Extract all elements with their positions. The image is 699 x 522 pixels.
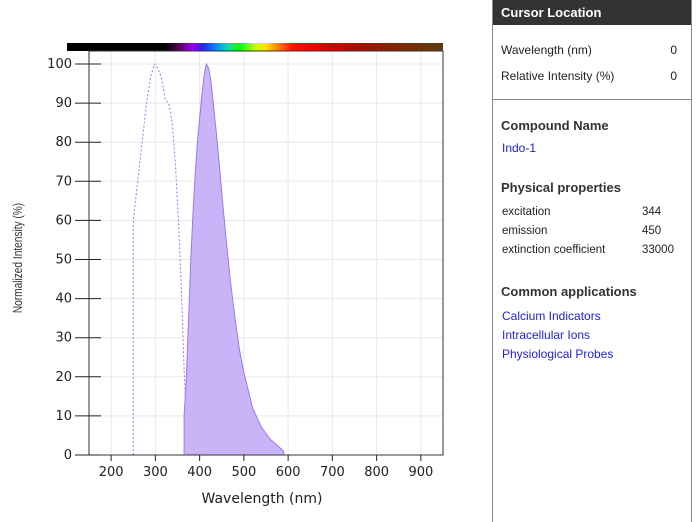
- property-value: 450: [642, 225, 662, 237]
- spectrum-chart[interactable]: 0 10 20 30 40 50 60 70 80 90 100 200 300 400 500 600 700…: [0, 0, 492, 522]
- x-tick-label: 300: [143, 465, 168, 480]
- plot-frame: [88, 50, 444, 456]
- cursor-wavelength-label: Wavelength (nm): [501, 43, 592, 57]
- chart-grid: [89, 51, 443, 455]
- y-tick-label: 80: [55, 135, 72, 150]
- application-link-intracellular[interactable]: Intracellular Ions: [493, 326, 691, 345]
- compound-name-title: Compound Name: [501, 118, 609, 133]
- compound-name-link[interactable]: Indo-1: [493, 139, 691, 158]
- x-tick-label: 500: [231, 465, 256, 480]
- y-tick-label: 90: [55, 96, 72, 111]
- x-tick-label: 800: [364, 465, 389, 480]
- x-tick-label: 700: [320, 465, 345, 480]
- cursor-intensity-row: Relative Intensity (%) 0: [493, 63, 691, 89]
- property-row: excitation 344: [493, 203, 691, 222]
- application-link-calcium[interactable]: Calcium Indicators: [493, 307, 691, 326]
- property-row: extinction coefficient 33000: [493, 241, 691, 260]
- physical-properties-title: Physical properties: [501, 180, 621, 195]
- cursor-location-box: Wavelength (nm) 0 Relative Intensity (%)…: [493, 25, 691, 100]
- property-value: 344: [642, 206, 662, 218]
- property-value: 33000: [642, 244, 674, 256]
- y-tick-label: 60: [55, 213, 72, 228]
- x-tick-label: 200: [99, 465, 124, 480]
- y-tick-label: 10: [55, 409, 72, 424]
- physical-properties-list: excitation 344 emission 450 extinction c…: [493, 203, 691, 260]
- y-tick-label: 70: [55, 174, 72, 189]
- property-label: excitation: [502, 206, 551, 218]
- y-tick-label: 20: [55, 370, 72, 385]
- cursor-intensity-value: 0: [670, 69, 677, 83]
- cursor-location-header: Cursor Location: [493, 0, 691, 25]
- x-tick-label: 600: [276, 465, 301, 480]
- spectrum-color-bar: [67, 43, 443, 51]
- x-tick-label: 900: [408, 465, 433, 480]
- y-tick-label: 0: [64, 448, 72, 463]
- x-tick-label: 400: [187, 465, 212, 480]
- application-link-physiological[interactable]: Physiological Probes: [493, 345, 691, 364]
- x-axis-label: Wavelength (nm): [202, 491, 323, 507]
- property-label: emission: [502, 225, 548, 237]
- cursor-wavelength-value: 0: [670, 43, 677, 57]
- y-tick-label: 100: [47, 57, 72, 72]
- cursor-wavelength-row: Wavelength (nm) 0: [493, 37, 691, 63]
- applications-list: Calcium Indicators Intracellular Ions Ph…: [493, 307, 691, 364]
- property-row: emission 450: [493, 222, 691, 241]
- info-panel: Cursor Location Wavelength (nm) 0 Relati…: [492, 0, 692, 522]
- y-tick-label: 40: [55, 292, 72, 307]
- y-tick-label: 50: [55, 253, 72, 268]
- cursor-intensity-label: Relative Intensity (%): [501, 69, 615, 83]
- y-tick-label: 30: [55, 331, 72, 346]
- common-applications-title: Common applications: [501, 284, 637, 299]
- property-label: extinction coefficient: [502, 244, 606, 256]
- y-axis-label: Normalized Intensity (%): [11, 203, 25, 313]
